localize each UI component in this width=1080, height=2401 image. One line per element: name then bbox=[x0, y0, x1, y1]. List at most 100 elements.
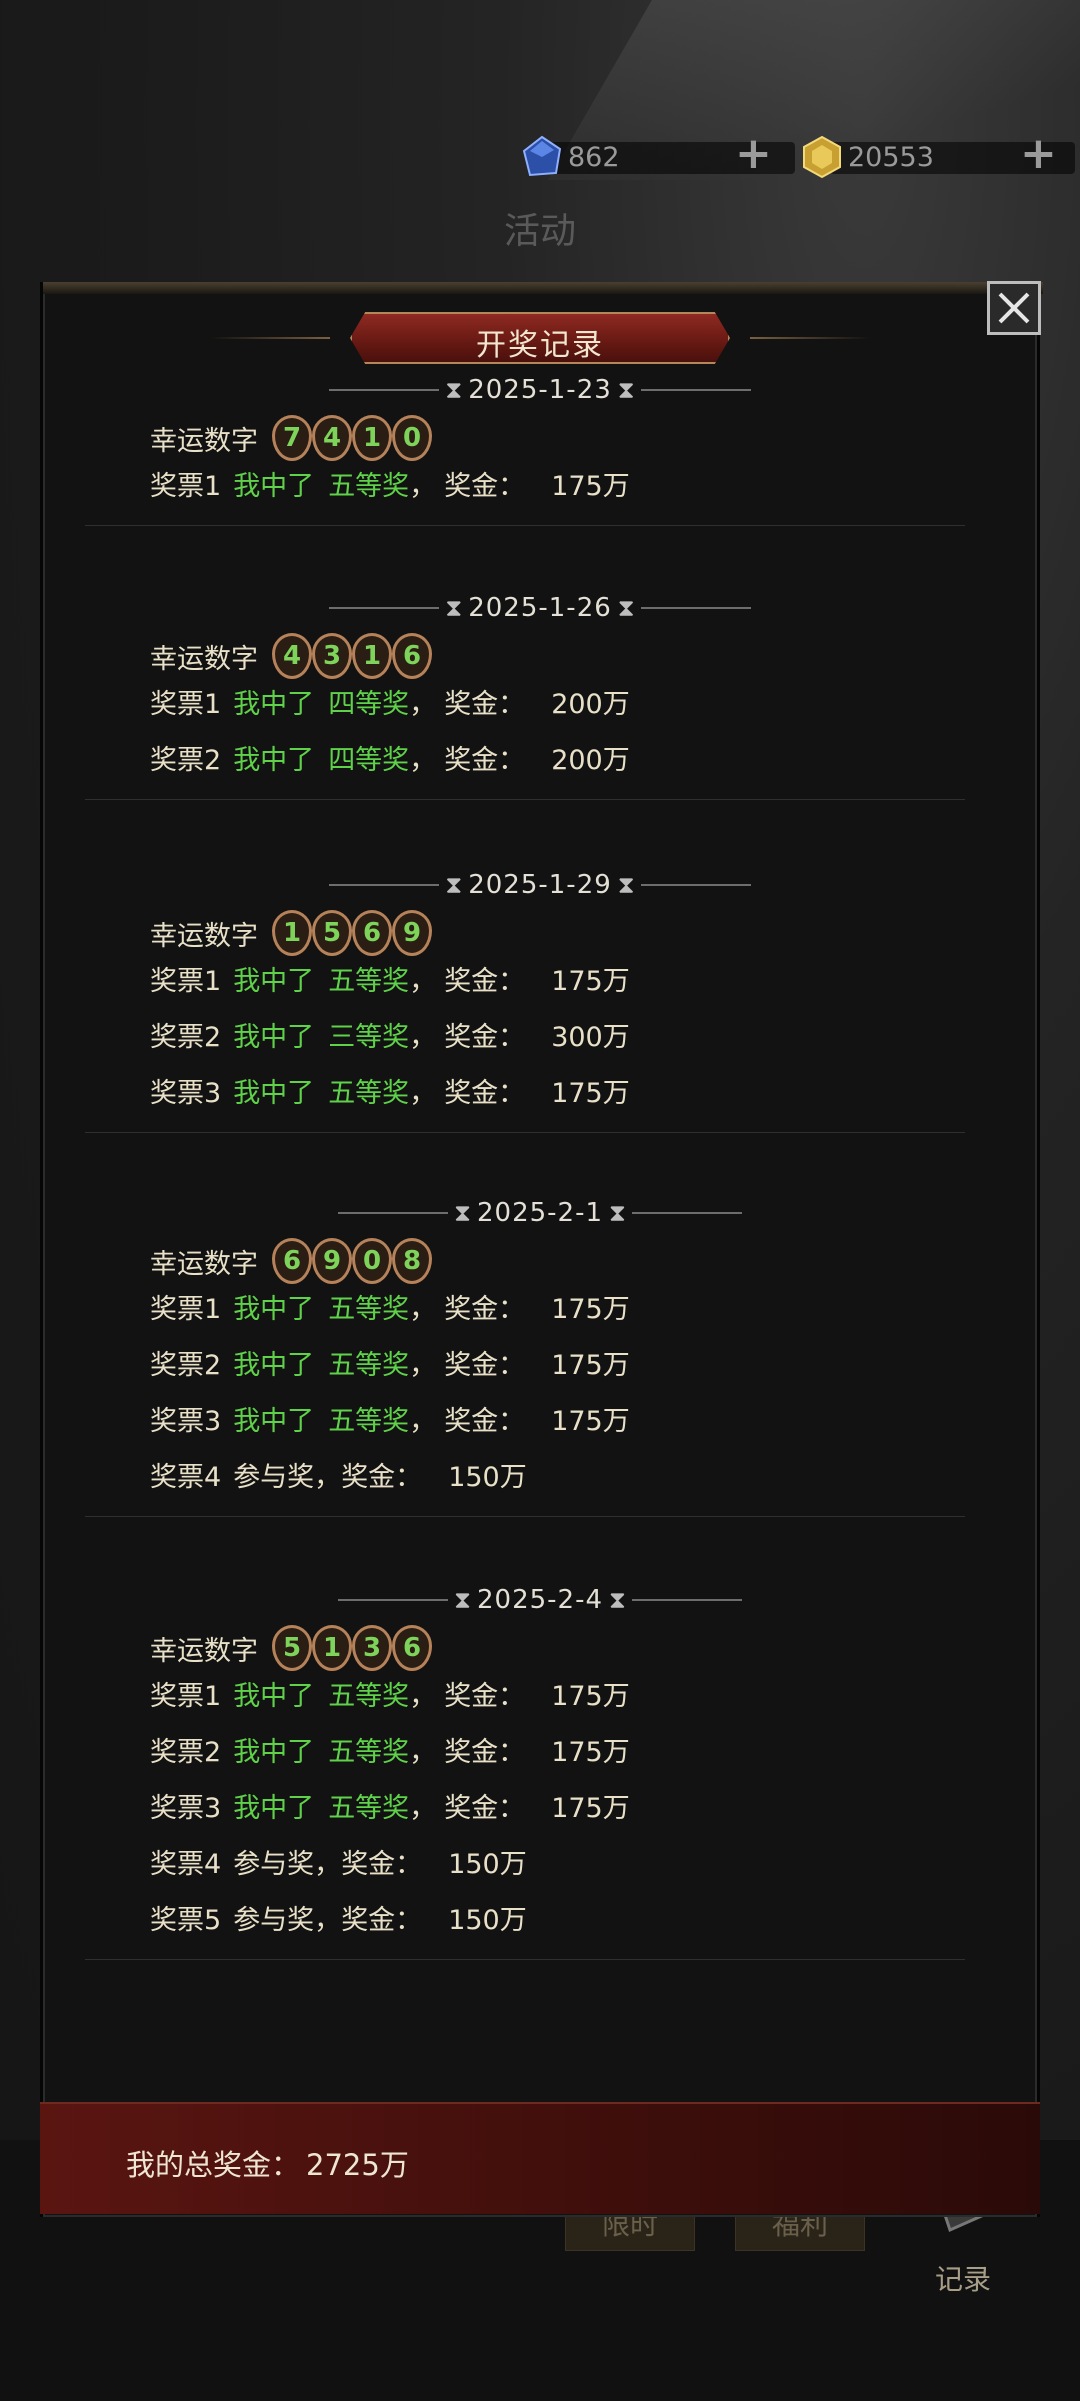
currency-coins[interactable]: 20553 + bbox=[800, 128, 1075, 182]
ticket-prize-label: 奖金： bbox=[444, 1349, 526, 1381]
ticket-prize-rank: 五等奖 bbox=[328, 470, 410, 502]
lucky-number-label: 幸运数字 bbox=[150, 1248, 258, 1280]
lucky-number: 1 bbox=[322, 1633, 342, 1663]
page-title: 活动 bbox=[503, 211, 576, 252]
ticket-prize-rank: 四等奖 bbox=[328, 688, 410, 720]
hourglass-icon: ⧗ bbox=[617, 871, 635, 899]
ticket-prize-amount: 175万 bbox=[551, 1293, 630, 1325]
ticket-prize-rank: 五等奖 bbox=[328, 965, 410, 997]
ticket-result-row: 奖票1 我中了 五等奖，奖金： 175万 bbox=[150, 463, 630, 503]
close-icon bbox=[998, 292, 1030, 324]
date-line-left bbox=[338, 1212, 449, 1214]
ticket-prize-label: 奖金： bbox=[444, 1077, 526, 1109]
ticket-win-text: 我中了 bbox=[233, 1349, 315, 1381]
ticket-result-row: 奖票2 我中了 五等奖，奖金： 175万 bbox=[150, 1729, 630, 1769]
lucky-number: 5 bbox=[282, 1633, 302, 1663]
ticket-name: 奖票3 bbox=[150, 1077, 222, 1109]
ticket-prize-rank: 三等奖 bbox=[328, 1021, 410, 1053]
lucky-number-ball: 6 bbox=[392, 1625, 432, 1671]
record-date: 2025-1-26 bbox=[468, 593, 612, 623]
hourglass-icon: ⧗ bbox=[454, 1199, 471, 1227]
hourglass-icon: ⧗ bbox=[617, 376, 635, 404]
lucky-number: 9 bbox=[402, 918, 422, 948]
ticket-name: 奖票1 bbox=[150, 470, 222, 502]
ticket-separator: ， bbox=[409, 1792, 437, 1824]
ticket-separator: ， bbox=[409, 1736, 437, 1768]
ticket-name: 奖票1 bbox=[150, 688, 222, 720]
ticket-win-text: 我中了 bbox=[233, 1405, 315, 1437]
lucky-number: 0 bbox=[402, 423, 422, 453]
lucky-number-ball: 4 bbox=[312, 415, 352, 461]
ticket-prize-rank: 五等奖 bbox=[328, 1349, 410, 1381]
date-line-right bbox=[640, 389, 751, 391]
ticket-prize-label: 奖金： bbox=[444, 965, 526, 997]
ticket-name: 奖票2 bbox=[150, 1349, 222, 1381]
ticket-result-row: 奖票1 我中了 五等奖，奖金： 175万 bbox=[150, 1673, 630, 1713]
record-date-header: ⧗ 2025-2-1 ⧗ bbox=[40, 1193, 1040, 1233]
ticket-result-row: 奖票5 参与奖， 奖金： 150万 bbox=[150, 1897, 527, 1937]
blue-gem-icon bbox=[522, 135, 562, 177]
record-date: 2025-1-29 bbox=[468, 870, 612, 900]
lucky-number-ball: 9 bbox=[392, 910, 432, 956]
ticket-separator: ， bbox=[409, 688, 437, 720]
hourglass-icon: ⧗ bbox=[609, 1199, 626, 1227]
ticket-separator: ， bbox=[409, 744, 437, 776]
ticket-prize-label: 奖金： bbox=[341, 1848, 423, 1880]
ticket-prize-label: 奖金： bbox=[341, 1461, 423, 1493]
ticket-prize-amount: 150万 bbox=[448, 1904, 527, 1936]
close-button[interactable] bbox=[987, 281, 1041, 335]
hourglass-icon: ⧗ bbox=[617, 594, 635, 622]
hourglass-icon: ⧗ bbox=[454, 1586, 471, 1614]
date-line-left bbox=[329, 607, 440, 609]
ticket-name: 奖票2 bbox=[150, 744, 222, 776]
ticket-prize-amount: 175万 bbox=[551, 470, 630, 502]
lucky-number-ball: 1 bbox=[312, 1625, 352, 1671]
ticket-name: 奖票2 bbox=[150, 1021, 222, 1053]
title-line-right bbox=[750, 337, 870, 339]
ticket-separator: ， bbox=[409, 1680, 437, 1712]
ticket-prize-amount: 175万 bbox=[551, 1077, 630, 1109]
ticket-prize-rank: 五等奖 bbox=[328, 1405, 410, 1437]
record-label: 记录 bbox=[935, 2263, 992, 2296]
hourglass-icon: ⧗ bbox=[609, 1586, 626, 1614]
lucky-number-ball: 8 bbox=[392, 1238, 432, 1284]
total-prize-footer: 我的总奖金： 2725万 bbox=[40, 2102, 1040, 2214]
ticket-name: 奖票3 bbox=[150, 1792, 222, 1824]
record-date-header: ⧗ 2025-1-29 ⧗ bbox=[40, 865, 1040, 905]
lucky-number: 3 bbox=[322, 641, 342, 671]
ticket-separator: ， bbox=[409, 470, 437, 502]
ticket-win-text: 我中了 bbox=[233, 1021, 315, 1053]
ticket-prize-amount: 150万 bbox=[448, 1461, 527, 1493]
ticket-result-row: 奖票4 参与奖， 奖金： 150万 bbox=[150, 1841, 527, 1881]
date-line-left bbox=[329, 389, 440, 391]
lucky-number: 4 bbox=[322, 423, 342, 453]
ticket-prize-label: 奖金： bbox=[444, 1293, 526, 1325]
ticket-name: 奖票4 bbox=[150, 1461, 222, 1493]
lucky-number: 3 bbox=[362, 1633, 382, 1663]
ticket-win-text: 我中了 bbox=[233, 688, 315, 720]
ticket-prize-rank: 五等奖 bbox=[328, 1736, 410, 1768]
gem-count: 862 bbox=[568, 141, 620, 173]
section-divider bbox=[85, 1516, 965, 1517]
lucky-number: 9 bbox=[322, 1246, 342, 1276]
add-coins-plus-icon[interactable]: + bbox=[1020, 128, 1057, 179]
lucky-number-ball: 6 bbox=[352, 910, 392, 956]
lucky-number-ball: 1 bbox=[272, 910, 312, 956]
ticket-consolation: 参与奖， bbox=[233, 1461, 342, 1493]
ticket-result-row: 奖票3 我中了 五等奖，奖金： 175万 bbox=[150, 1785, 630, 1825]
currency-gems[interactable]: 862 + bbox=[520, 128, 795, 182]
lucky-number: 0 bbox=[362, 1246, 382, 1276]
section-divider bbox=[85, 799, 965, 800]
ticket-win-text: 我中了 bbox=[233, 1293, 315, 1325]
ticket-name: 奖票1 bbox=[150, 1293, 222, 1325]
ticket-win-text: 我中了 bbox=[233, 1736, 315, 1768]
record-date: 2025-1-23 bbox=[468, 375, 612, 405]
ticket-prize-rank: 五等奖 bbox=[328, 1680, 410, 1712]
add-gems-plus-icon[interactable]: + bbox=[735, 128, 772, 179]
ticket-separator: ， bbox=[409, 1405, 437, 1437]
ticket-prize-label: 奖金： bbox=[444, 1405, 526, 1437]
date-line-left bbox=[338, 1599, 449, 1601]
ticket-prize-amount: 175万 bbox=[551, 1736, 630, 1768]
record-date-header: ⧗ 2025-1-26 ⧗ bbox=[40, 588, 1040, 628]
coin-count: 20553 bbox=[848, 141, 934, 173]
